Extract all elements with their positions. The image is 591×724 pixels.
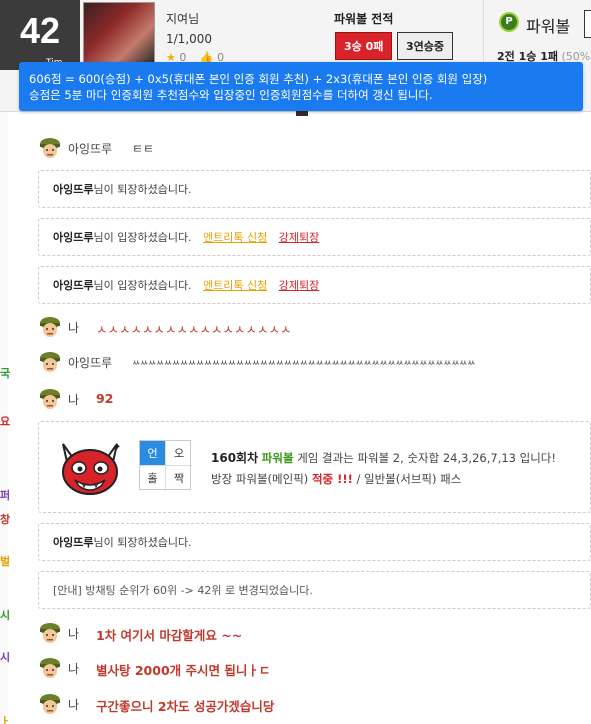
chat-username[interactable]: 나 [68,660,79,677]
powerball-icon: P [499,12,519,32]
game-pick-line: 방장 파워볼(메인픽) 적중 !!! / 일반볼(서브픽) 패스 [211,471,461,487]
entry-talk-request-link[interactable]: 엔트리톡 신청 [203,231,267,244]
soldier-avatar-icon[interactable] [38,315,62,339]
soldier-avatar-icon[interactable] [38,387,62,411]
system-username[interactable]: 아잉뜨루 [53,279,93,292]
chat-username[interactable]: 나 [68,696,79,713]
tooltip-line-1: 606점 = 600(승점) + 0x5(휴대폰 본인 인증 회원 추천) + … [29,72,488,86]
record-streak-badge: 3연승중 [397,32,454,60]
chat-text: ㅌㅌ [132,142,155,156]
grid-cell-odd: 홀 [140,466,166,491]
sub-pick-label: / 일반볼(서브픽) [356,472,437,486]
chat-text: 별사탕 2000개 주시면 됩니ㅏㄷ [96,663,271,678]
powerball-odd-even-grid: 언 오 홀 짝 [139,440,192,491]
sub-pick-result: 패스 [440,472,462,486]
rank-change-notice: [안내] 방채팅 순위가 60위 -> 42위 로 변경되었습니다. [38,571,591,609]
game-result-text: 게임 결과는 파워볼 2, 숫자합 24,3,26,7,13 입니다! [297,451,556,465]
game-result-card: ✦ 언 오 홀 짝 160회차 파워볼 게임 결과는 파워볼 2, 숫자합 24… [38,421,591,513]
system-message: 아잉뜨루님이 입장하셨습니다. 엔트리톡 신청 강제퇴장 [38,218,591,256]
soldier-avatar-icon[interactable] [38,136,62,160]
chat-username[interactable]: 나 [68,391,79,408]
chat-text: ㅆㅆㅆㅆㅆㅆㅆㅆㅆㅆㅆㅆㅆㅆㅆㅆㅆㅆㅆㅆㅆㅆㅆㅆㅆㅆㅆㅆㅆㅆㅆㅆㅆㅆㅆㅆㅆㅆㅆㅆ… [132,359,476,369]
chat-message: 나 92 [34,385,591,413]
record-title: 파워볼 전적 [334,12,394,26]
host-level: 1/1,000 [166,32,213,46]
system-username[interactable]: 아잉뜨루 [53,231,93,244]
record-win-loss-badge: 3승 0패 [335,32,393,60]
grid-cell-even: 짝 [173,472,185,485]
system-text: 님이 입장하셨습니다. [93,279,192,292]
game-name: 파워볼 [526,17,571,36]
game-result-line: 160회차 파워볼 게임 결과는 파워볼 2, 숫자합 24,3,26,7,13… [211,449,556,466]
soldier-avatar-icon[interactable] [38,350,62,374]
svg-text:✦: ✦ [113,442,121,453]
chat-message-list[interactable]: 아잉뜨루 ㅌㅌ 아잉뜨루님이 퇴장하셨습니다. 아잉뜨루님이 입장하셨습니다. … [34,112,591,724]
system-text: 님이 퇴장하셨습니다. [93,536,192,549]
chat-message: 아잉뜨루 ㅆㅆㅆㅆㅆㅆㅆㅆㅆㅆㅆㅆㅆㅆㅆㅆㅆㅆㅆㅆㅆㅆㅆㅆㅆㅆㅆㅆㅆㅆㅆㅆㅆㅆㅆ… [34,348,591,376]
chat-username[interactable]: 나 [68,319,79,336]
chat-message: 나 ㅅㅅㅅㅅㅅㅅㅅㅅㅅㅅㅅㅅㅅㅅㅅㅅㅅ [34,313,591,341]
system-message: 아잉뜨루님이 입장하셨습니다. 엔트리톡 신청 강제퇴장 [38,266,591,304]
game-select-button[interactable] [584,10,591,38]
chat-text: ㅅㅅㅅㅅㅅㅅㅅㅅㅅㅅㅅㅅㅅㅅㅅㅅㅅ [96,322,292,337]
chat-text: 92 [96,391,114,406]
system-message: 아잉뜨루님이 퇴장하셨습니다. [38,170,591,208]
room-rank-box: 42 Tim [0,0,80,70]
main-pick-hit: 적중 !!! [311,472,353,486]
entry-talk-request-link[interactable]: 엔트리톡 신청 [203,279,267,292]
system-message: 아잉뜨루님이 퇴장하셨습니다. [38,523,591,561]
host-nickname[interactable]: 지여님 [166,10,199,27]
left-edge-strip: 국 요 퍼 창 벌 시 시 ㅏ [0,112,10,724]
system-username[interactable]: 아잉뜨루 [53,536,93,549]
tooltip-line-2: 승점은 5분 마다 인증회원 추천점수와 입장중인 인증회원점수를 더하여 갱신… [29,88,433,102]
system-text: 님이 퇴장하셨습니다. [93,183,192,196]
chat-message: 아잉뜨루 ㅌㅌ [34,134,591,162]
soldier-avatar-icon[interactable] [38,621,62,645]
chat-username[interactable]: 나 [68,625,79,642]
grid-cell-under: 언 [140,441,166,466]
chat-message: 나 1차 여기서 마감할게요 ~~ [34,619,591,647]
room-rank: 42 [20,10,61,51]
force-kick-link[interactable]: 강제퇴장 [279,231,319,244]
grid-cell-over: 오 [166,441,192,466]
chat-text: 1차 여기서 마감할게요 ~~ [96,628,243,643]
chat-room-window: 국 요 퍼 창 벌 시 시 ㅏ 42 Tim 지여님 1/1,000 ★ 0 👍… [0,0,591,724]
chat-message: 나 구간좋으니 2차도 성공가겠습니당 [34,690,591,718]
system-username[interactable]: 아잉뜨루 [53,183,93,196]
force-kick-link[interactable]: 강제퇴장 [279,279,319,292]
header-divider [483,0,484,70]
system-text: 님이 입장하셨습니다. [93,231,192,244]
chat-username[interactable]: 아잉뜨루 [68,354,112,371]
host-avatar[interactable] [83,2,155,64]
game-round: 160회차 [211,451,259,465]
devil-mascot-icon: ✦ [62,442,121,495]
soldier-avatar-icon[interactable] [38,656,62,680]
game-name-label: 파워볼 [261,451,294,465]
chat-text: 구간좋으니 2차도 성공가겠습니당 [96,699,275,714]
chat-message: 나 별사탕 2000개 주시면 됩니ㅏㄷ [34,654,591,682]
soldier-avatar-icon[interactable] [38,692,62,716]
chat-username[interactable]: 아잉뜨루 [68,140,112,157]
score-tooltip: 606점 = 600(승점) + 0x5(휴대폰 본인 인증 회원 추천) + … [19,62,583,111]
main-pick-label: 방장 파워볼(메인픽) [211,472,309,486]
